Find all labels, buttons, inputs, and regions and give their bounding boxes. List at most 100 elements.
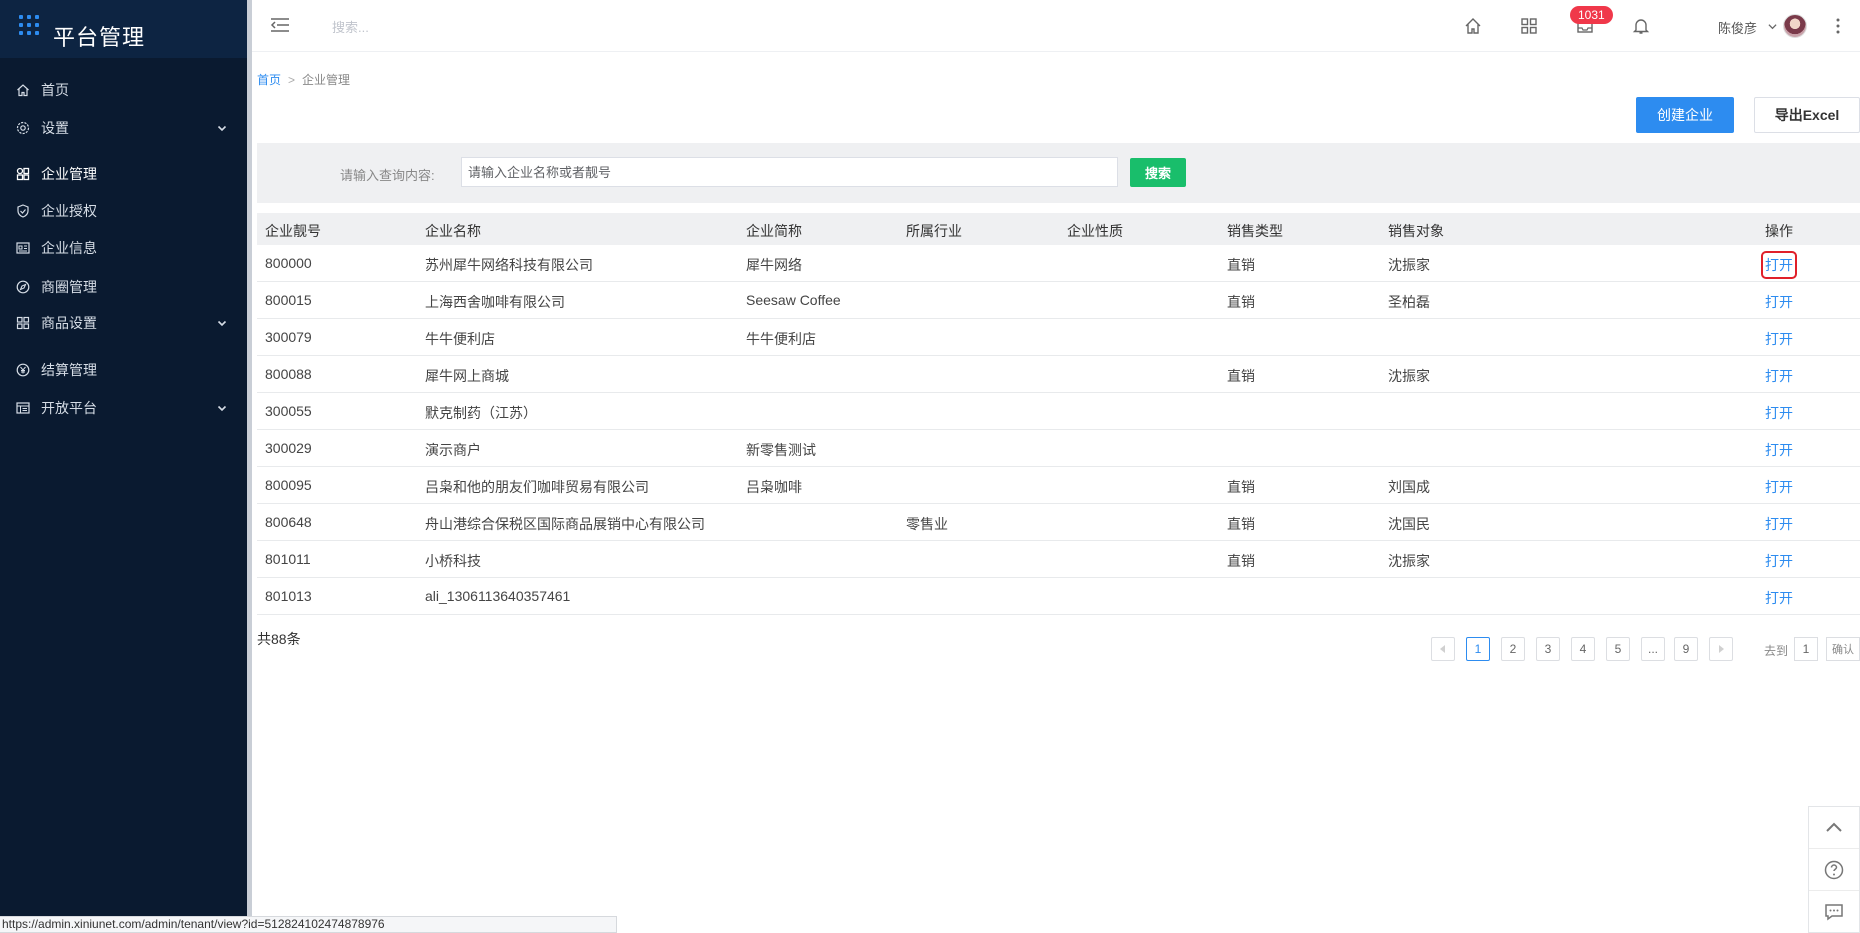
table-cell: 吕枭和他的朋友们咖啡贸易有限公司 <box>425 479 649 495</box>
table-cell: 沈振家 <box>1388 257 1430 273</box>
sidebar-item-0[interactable]: 首页 <box>0 70 247 110</box>
avatar[interactable] <box>1783 14 1807 38</box>
grid-icon <box>16 316 30 330</box>
sidebar-item-4[interactable]: 企业信息 <box>0 228 247 268</box>
goto-label: 去到 <box>1764 644 1789 658</box>
more-vertical-icon[interactable] <box>1836 17 1840 35</box>
sidebar-item-label: 结算管理 <box>41 362 97 378</box>
app-logo[interactable]: 平台管理 <box>0 0 247 58</box>
table-cell: 800000 <box>265 255 312 271</box>
sidebar-item-label: 商品设置 <box>41 315 97 331</box>
total-count: 共88条 <box>257 631 301 647</box>
grid-icon[interactable] <box>1520 17 1538 35</box>
open-link[interactable]: 打开 <box>1765 477 1793 497</box>
enterprise-search-input[interactable] <box>461 157 1118 187</box>
table-cell: 苏州犀牛网络科技有限公司 <box>425 257 593 273</box>
apps-grid-icon <box>19 15 39 35</box>
table-cell: 吕枭咖啡 <box>746 479 802 495</box>
compass-icon <box>16 280 30 294</box>
column-header: 销售对象 <box>1388 223 1444 239</box>
table-row: 300079 牛牛便利店 牛牛便利店 打开 <box>257 319 1860 356</box>
table-cell: 默克制药（江苏） <box>425 405 537 421</box>
open-link[interactable]: 打开 <box>1765 329 1793 349</box>
open-link[interactable]: 打开 <box>1765 514 1793 534</box>
goto-confirm-button[interactable]: 确认 <box>1826 637 1860 661</box>
table-cell: 300079 <box>265 329 312 345</box>
menu-collapse-icon[interactable] <box>270 17 290 33</box>
open-link[interactable]: 打开 <box>1765 403 1793 423</box>
help-button[interactable] <box>1809 849 1859 891</box>
prev-page-button[interactable] <box>1431 637 1455 661</box>
table-cell: 演示商户 <box>425 442 481 458</box>
sidebar-item-7[interactable]: 结算管理 <box>0 350 247 390</box>
table-cell: 新零售测试 <box>746 442 816 458</box>
home-icon[interactable] <box>1464 17 1482 35</box>
export-excel-button[interactable]: 导出Excel <box>1754 97 1860 133</box>
user-name[interactable]: 陈俊彦 <box>1718 18 1757 37</box>
breadcrumb-home-link[interactable]: 首页 <box>257 73 281 87</box>
table-row: 300055 默克制药（江苏） 打开 <box>257 393 1860 430</box>
feedback-button[interactable] <box>1809 891 1859 933</box>
table-cell: 零售业 <box>906 516 948 532</box>
column-header: 所属行业 <box>906 223 962 239</box>
sidebar: 平台管理 首页设置企业管理企业授权 企业信息 商圈管理商品设置结算管理开放平台 <box>0 0 247 933</box>
page-button[interactable]: 9 <box>1674 637 1698 661</box>
open-link[interactable]: 打开 <box>1765 551 1793 571</box>
bell-icon[interactable] <box>1632 17 1650 35</box>
back-to-top-button[interactable] <box>1809 807 1859 849</box>
page-button[interactable]: 3 <box>1536 637 1560 661</box>
table-cell: 直销 <box>1227 553 1255 569</box>
table-row: 800015 上海西舍咖啡有限公司 Seesaw Coffee 直销 圣柏磊 打开 <box>257 282 1860 319</box>
table-cell: 牛牛便利店 <box>425 331 495 347</box>
table-cell: 800088 <box>265 366 312 382</box>
table-row: 800000 苏州犀牛网络科技有限公司 犀牛网络 直销 沈振家 打开 <box>257 245 1860 282</box>
sidebar-item-8[interactable]: 开放平台 <box>0 388 247 428</box>
table-cell: Seesaw Coffee <box>746 292 841 308</box>
table-row: 800648 舟山港综合保税区国际商品展销中心有限公司 零售业 直销 沈国民 打开 <box>257 504 1860 541</box>
home-icon <box>17 84 29 97</box>
sidebar-item-label: 开放平台 <box>41 400 97 416</box>
table-cell: 直销 <box>1227 368 1255 384</box>
sidebar-item-label: 企业管理 <box>41 166 97 182</box>
sidebar-item-1[interactable]: 设置 <box>0 108 247 148</box>
open-link[interactable]: 打开 <box>1765 588 1793 608</box>
next-page-button[interactable] <box>1709 637 1733 661</box>
search-button[interactable]: 搜索 <box>1130 158 1186 187</box>
chevron-down-icon[interactable] <box>1768 22 1777 31</box>
open-link[interactable]: 打开 <box>1765 366 1793 386</box>
column-header: 企业名称 <box>425 223 481 239</box>
shield-check-icon <box>17 204 29 218</box>
create-enterprise-button[interactable]: 创建企业 <box>1636 97 1734 133</box>
open-link[interactable]: 打开 <box>1765 292 1793 312</box>
app-title: 平台管理 <box>53 25 146 50</box>
table-cell: 300029 <box>265 440 312 456</box>
table-cell: 直销 <box>1227 516 1255 532</box>
question-circle-icon <box>1824 860 1844 879</box>
column-header: 销售类型 <box>1227 223 1283 239</box>
table-cell: 上海西舍咖啡有限公司 <box>425 294 565 310</box>
page-button[interactable]: 5 <box>1606 637 1630 661</box>
table-cell: 直销 <box>1227 479 1255 495</box>
page-button[interactable]: 2 <box>1501 637 1525 661</box>
sidebar-item-label: 设置 <box>41 120 69 136</box>
table-cell: 犀牛网络 <box>746 257 802 273</box>
sidebar-item-3[interactable]: 企业授权 <box>0 191 247 231</box>
chevron-down-icon <box>217 405 227 412</box>
page-button[interactable]: 4 <box>1571 637 1595 661</box>
sidebar-item-2[interactable]: 企业管理 <box>0 154 247 194</box>
page-ellipsis[interactable]: ... <box>1641 637 1665 661</box>
notification-badge: 1031 <box>1570 6 1613 24</box>
table-cell: 刘国成 <box>1388 479 1430 495</box>
sidebar-item-5[interactable]: 商圈管理 <box>0 267 247 307</box>
sidebar-item-label: 首页 <box>41 82 69 98</box>
open-link[interactable]: 打开 <box>1761 251 1797 279</box>
chevron-down-icon <box>217 125 227 132</box>
table-cell: 800015 <box>265 292 312 308</box>
goto-page-input[interactable] <box>1794 637 1818 661</box>
global-search-input[interactable] <box>332 14 632 40</box>
open-link[interactable]: 打开 <box>1765 440 1793 460</box>
status-bar-url: https://admin.xiniunet.com/admin/tenant/… <box>0 916 617 933</box>
page-button[interactable]: 1 <box>1466 637 1490 661</box>
sidebar-item-6[interactable]: 商品设置 <box>0 303 247 343</box>
table-row: 300029 演示商户 新零售测试 打开 <box>257 430 1860 467</box>
